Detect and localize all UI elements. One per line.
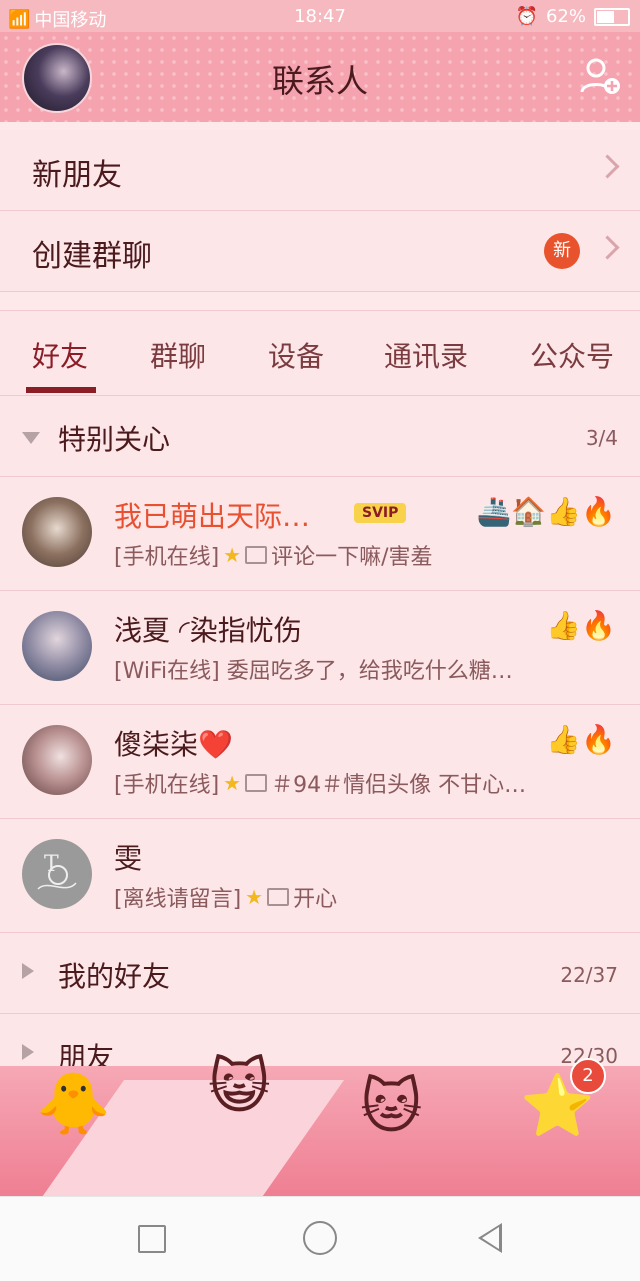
- online-status: [WiFi在线] 委屈吃多了，给我吃什么糖…: [114, 659, 513, 684]
- online-status: [手机在线]: [114, 545, 220, 570]
- friend-name: 浅夏 ◜染指忧伤: [114, 614, 302, 647]
- create-group-label: 创建群聊: [32, 239, 152, 274]
- status-right: ⏰ 62%: [516, 6, 630, 27]
- chevron-right-icon: [595, 235, 620, 260]
- notification-badge: 2: [570, 1058, 606, 1094]
- recents-button[interactable]: [138, 1225, 166, 1253]
- online-status: [离线请留言]: [114, 887, 242, 912]
- chevron-right-icon: [595, 154, 620, 179]
- friend-icons: 🚢🏠👍🔥: [476, 495, 616, 528]
- friend-icons: 👍🔥: [546, 609, 616, 642]
- friend-name: 我已萌出天际…: [114, 500, 311, 533]
- signature-text: ＃94＃情侣头像 不甘心…: [271, 773, 527, 798]
- group-label: 我的好友: [58, 960, 171, 993]
- star-icon: ★: [223, 543, 242, 567]
- svip-badge: SVIP: [354, 503, 407, 523]
- online-status: [手机在线]: [114, 773, 220, 798]
- star-icon: ★: [245, 885, 264, 909]
- group-special-care[interactable]: 特别关心 3/4: [0, 396, 640, 477]
- create-group-row[interactable]: 创建群聊 新: [0, 211, 640, 292]
- tab-address-book[interactable]: 通讯录: [384, 335, 468, 375]
- image-icon: [245, 774, 268, 792]
- signature-text: 评论一下嘛/害羞: [271, 545, 433, 570]
- friend-status: [手机在线] ★ 评论一下嘛/害羞: [114, 539, 433, 571]
- friend-row[interactable]: T 雯 [离线请留言] ★ 开心: [0, 819, 640, 933]
- new-friends-row[interactable]: 新朋友: [0, 130, 640, 211]
- page-title: 联系人: [271, 62, 368, 100]
- svg-text:T: T: [44, 852, 59, 877]
- friend-name: 雯: [114, 842, 143, 875]
- friend-avatar[interactable]: [22, 611, 92, 681]
- friend-status: [手机在线] ★ ＃94＃情侣头像 不甘心…: [114, 767, 526, 799]
- image-icon: [267, 888, 290, 906]
- friend-row[interactable]: 浅夏 ◜染指忧伤 👍🔥 [WiFi在线] 委屈吃多了，给我吃什么糖…: [0, 591, 640, 705]
- contact-tabs: 好友 群聊 设备 通讯录 公众号: [0, 310, 640, 396]
- system-nav-bar: [0, 1196, 640, 1281]
- group-count: 22/37: [560, 963, 618, 987]
- star-icon: ★: [223, 771, 242, 795]
- signature-text: 开心: [293, 887, 338, 912]
- home-button[interactable]: [303, 1221, 337, 1255]
- group-label: 特别关心: [58, 423, 171, 456]
- cat-tab-icon[interactable]: 🐱: [360, 1072, 423, 1142]
- friend-avatar[interactable]: [22, 725, 92, 795]
- friend-status: [离线请留言] ★ 开心: [114, 881, 337, 913]
- collapsed-arrow-icon: [22, 963, 34, 979]
- friend-row[interactable]: 我已萌出天际… SVIP 🚢🏠👍🔥 [手机在线] ★ 评论一下嘛/害羞: [0, 477, 640, 591]
- battery-icon: [594, 7, 630, 26]
- tab-groups[interactable]: 群聊: [150, 335, 206, 375]
- alarm-icon: ⏰: [515, 6, 538, 27]
- friend-name: 傻柒柒❤️: [114, 728, 233, 761]
- collapsed-arrow-icon: [22, 1044, 34, 1060]
- tab-friends[interactable]: 好友: [32, 335, 88, 375]
- group-my-friends[interactable]: 我的好友 22/37: [0, 933, 640, 1014]
- queen-logo-icon: T: [37, 852, 77, 890]
- duck-tab-icon[interactable]: 🐥: [36, 1068, 111, 1139]
- back-button[interactable]: [478, 1223, 502, 1253]
- tab-official-accounts[interactable]: 公众号: [530, 335, 614, 375]
- friend-icons: 👍🔥: [546, 723, 616, 756]
- new-badge: 新: [544, 233, 580, 269]
- add-friend-icon[interactable]: [578, 54, 622, 98]
- status-bar: 📶 中国移动 18:47 ⏰ 62%: [0, 0, 640, 32]
- cat-spring-tab-icon[interactable]: 😺: [208, 1052, 271, 1122]
- new-friends-label: 新朋友: [32, 158, 122, 193]
- active-tab-indicator: [26, 387, 96, 393]
- friend-row[interactable]: 傻柒柒❤️ 👍🔥 [手机在线] ★ ＃94＃情侣头像 不甘心…: [0, 705, 640, 819]
- header: 联系人: [0, 32, 640, 122]
- group-count: 3/4: [585, 426, 618, 450]
- friend-status: [WiFi在线] 委屈吃多了，给我吃什么糖…: [114, 653, 513, 685]
- image-icon: [245, 546, 268, 564]
- battery-percent: 62%: [545, 6, 586, 27]
- tab-devices[interactable]: 设备: [268, 335, 324, 375]
- expanded-arrow-icon: [22, 432, 40, 444]
- friend-avatar[interactable]: T: [22, 839, 92, 909]
- friend-avatar[interactable]: [22, 497, 92, 567]
